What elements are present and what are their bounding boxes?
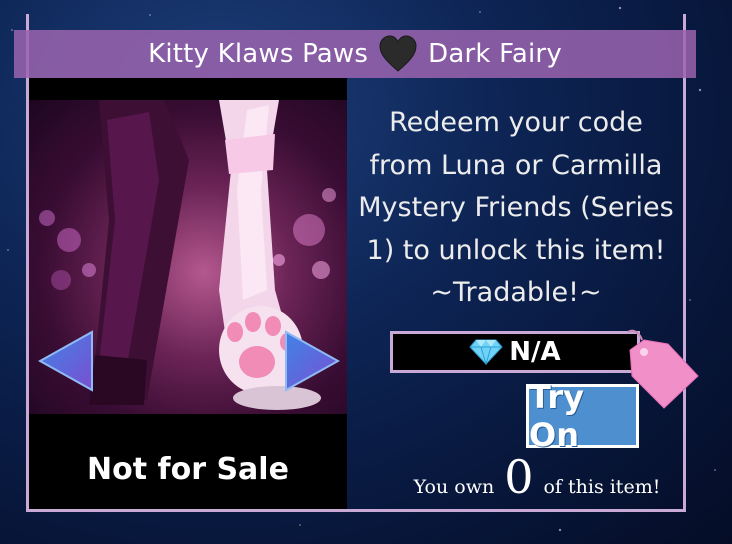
price-display: N/A [390,331,640,373]
ownership-prefix: You own [413,476,495,498]
try-on-button[interactable]: Try On [526,378,639,454]
item-name: Kitty Klaws Paws [148,39,369,69]
price-value: N/A [509,337,561,367]
item-description: Redeem your code from Luna or Carmilla M… [358,107,674,308]
ownership-suffix: of this item! [543,476,661,498]
ownership-count: 0 [504,450,534,504]
ownership-status: You own 0 of this item! [398,454,676,500]
heart-icon [379,35,417,72]
title-bar: Kitty Klaws Paws Dark Fairy [14,30,696,78]
next-arrow-icon[interactable] [284,330,340,392]
previous-arrow-icon[interactable] [38,330,94,392]
item-collection: Dark Fairy [428,39,562,69]
diamond-icon [469,339,503,365]
sale-status: Not for Sale [87,452,289,487]
